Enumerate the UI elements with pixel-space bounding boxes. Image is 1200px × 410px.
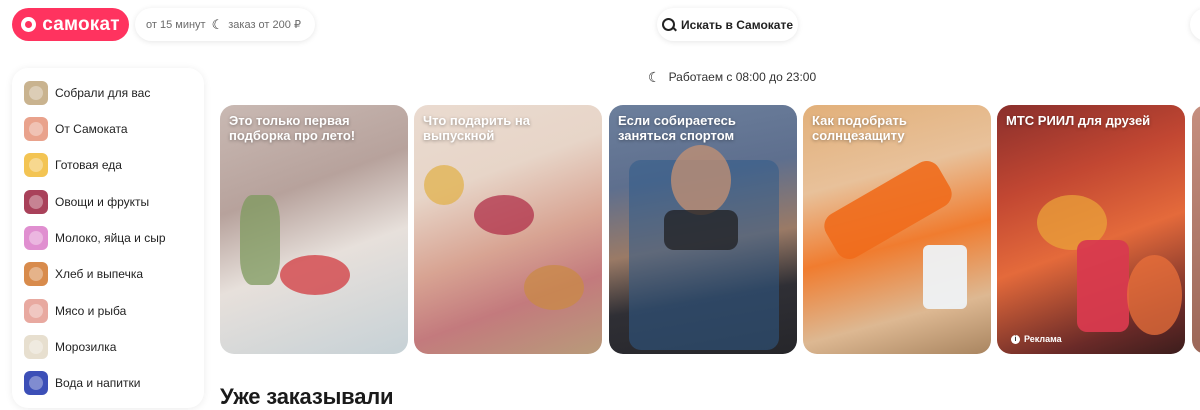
header-right-control[interactable]: [1190, 8, 1200, 41]
sidebar-item-label: Мясо и рыба: [55, 304, 127, 318]
category-thumbnail: [24, 335, 48, 359]
sidebar-item-label: Хлеб и выпечка: [55, 267, 144, 281]
search-icon: [661, 18, 675, 31]
working-hours-text: Работаем с 08:00 до 23:00: [668, 70, 817, 84]
sidebar-item-label: От Самоката: [55, 122, 128, 136]
category-thumbnail: [24, 190, 48, 214]
story-image: [1127, 255, 1182, 335]
sidebar-item-collected-for-you[interactable]: Собрали для вас: [24, 80, 150, 106]
category-thumbnail: [24, 117, 48, 141]
search-button[interactable]: Искать в Самокате: [657, 8, 798, 41]
category-thumbnail: [24, 81, 48, 105]
sidebar-item-from-samokat[interactable]: От Самоката: [24, 116, 128, 142]
story-image: [671, 145, 731, 215]
search-label: Искать в Самокате: [680, 17, 794, 32]
info-icon: i: [1011, 334, 1020, 344]
delivery-info-button[interactable]: от 15 минут ☾ заказ от 200 ₽: [135, 8, 315, 41]
moon-icon: ☾: [648, 68, 661, 85]
story-card-next[interactable]: [1192, 105, 1200, 354]
ad-badge-label: Реклама: [1024, 334, 1062, 344]
story-image: [424, 165, 464, 205]
story-title: МТС РИИЛ для друзей: [1006, 113, 1151, 128]
sidebar-item-meat-fish[interactable]: Мясо и рыба: [24, 298, 126, 324]
story-title: Это только первая подборка про лето!: [229, 113, 356, 143]
story-title: Что подарить на выпускной: [423, 113, 530, 143]
sidebar-item-label: Собрали для вас: [55, 86, 151, 100]
sidebar-item-milk-eggs-cheese[interactable]: Молоко, яйца и сыр: [24, 225, 166, 251]
category-thumbnail: [24, 226, 48, 250]
category-thumbnail: [24, 299, 48, 323]
working-hours: ☾ Работаем с 08:00 до 23:00: [648, 68, 816, 86]
story-card-sport[interactable]: Если собираетесь заняться спортом: [609, 105, 797, 354]
section-title: Уже заказывали: [220, 384, 394, 409]
story-title: Как подобрать солнцезащиту: [812, 113, 907, 143]
story-card-summer[interactable]: Это только первая подборка про лето!: [220, 105, 408, 354]
sidebar-item-label: Молоко, яйца и сыр: [55, 231, 166, 245]
story-image: [1077, 240, 1129, 332]
logo-button[interactable]: самокат: [12, 8, 129, 41]
category-thumbnail: [24, 371, 48, 395]
delivery-min-order: заказ от 200 ₽: [228, 19, 301, 31]
story-image: [664, 210, 738, 250]
sidebar-item-label: Морозилка: [55, 340, 117, 354]
story-image: [474, 195, 534, 235]
logo-icon: [21, 17, 37, 32]
story-image: [923, 245, 967, 309]
delivery-time: от 15 минут: [146, 18, 206, 31]
sidebar-item-vegetables-fruits[interactable]: Овощи и фрукты: [24, 189, 149, 215]
story-card-mts-ad[interactable]: МТС РИИЛ для друзей i Реклама: [997, 105, 1185, 354]
story-card-graduation-gift[interactable]: Что подарить на выпускной: [414, 105, 602, 354]
sidebar-item-label: Готовая еда: [55, 158, 122, 172]
story-image: [524, 265, 584, 310]
moon-icon: ☾: [211, 16, 224, 32]
sidebar-item-water-drinks[interactable]: Вода и напитки: [24, 370, 140, 396]
story-card-sunscreen[interactable]: Как подобрать солнцезащиту: [803, 105, 991, 354]
sidebar-item-freezer[interactable]: Морозилка: [24, 334, 116, 360]
category-thumbnail: [24, 262, 48, 286]
sidebar-item-label: Овощи и фрукты: [55, 195, 150, 209]
sidebar-item-bread-bakery[interactable]: Хлеб и выпечка: [24, 261, 143, 287]
story-image: [240, 195, 280, 285]
ad-badge: i Реклама: [1011, 334, 1062, 344]
logo-text: самокат: [42, 13, 120, 35]
story-image: [280, 255, 350, 295]
sidebar-item-ready-food[interactable]: Готовая еда: [24, 152, 122, 178]
story-title: Если собираетесь заняться спортом: [618, 113, 736, 143]
sidebar-item-label: Вода и напитки: [55, 376, 141, 390]
category-sidebar: Собрали для вас От Самоката Готовая еда …: [12, 68, 204, 408]
category-thumbnail: [24, 153, 48, 177]
